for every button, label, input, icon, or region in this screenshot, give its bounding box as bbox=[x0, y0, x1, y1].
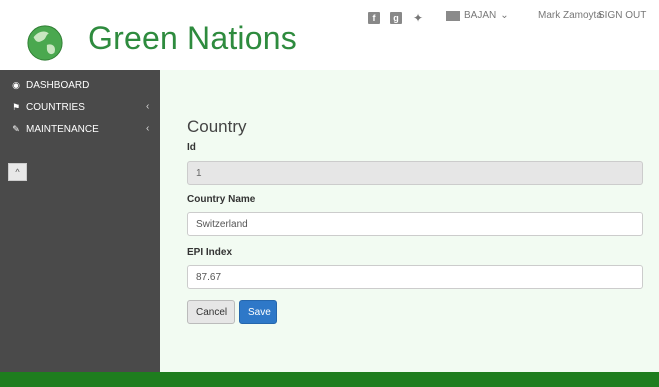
sidebar-item-dashboard[interactable]: ◉ DASHBOARD bbox=[0, 74, 160, 96]
signout-link[interactable]: SIGN OUT bbox=[598, 10, 646, 21]
twitter-icon[interactable]: ✦ bbox=[412, 12, 424, 24]
dashboard-icon: ◉ bbox=[12, 79, 20, 90]
sidebar-item-maintenance[interactable]: ✎ MAINTENANCE ‹ bbox=[0, 118, 160, 140]
user-name[interactable]: Mark Zamoyta bbox=[538, 10, 602, 21]
sidebar-collapse-button[interactable]: ^ bbox=[8, 163, 27, 181]
wrench-icon: ✎ bbox=[12, 123, 20, 134]
header: Green Nations f g ✦ BAJAN ⌄ Mark Zamoyta… bbox=[0, 0, 659, 70]
language-label: BAJAN bbox=[464, 10, 497, 21]
id-label: Id bbox=[187, 142, 196, 153]
cancel-button[interactable]: Cancel bbox=[187, 300, 235, 324]
footer-bar bbox=[0, 372, 659, 387]
sidebar-item-label: DASHBOARD bbox=[26, 79, 90, 91]
language-selector[interactable]: BAJAN ⌄ bbox=[446, 10, 509, 21]
page-title: Country bbox=[187, 117, 247, 136]
country-name-field[interactable] bbox=[187, 212, 643, 236]
chevron-left-icon: ‹ bbox=[146, 101, 150, 112]
sidebar-item-label: COUNTRIES bbox=[26, 101, 85, 113]
epi-index-field[interactable] bbox=[187, 265, 643, 289]
flag-icon: ⚑ bbox=[11, 101, 21, 112]
chevron-left-icon: ‹ bbox=[146, 123, 150, 134]
social-links: f g ✦ bbox=[368, 12, 424, 24]
epi-index-label: EPI Index bbox=[187, 247, 233, 258]
google-plus-icon[interactable]: g bbox=[390, 12, 402, 24]
sidebar-item-countries[interactable]: ⚑ COUNTRIES ‹ bbox=[0, 96, 160, 118]
brand-title: Green Nations bbox=[88, 20, 297, 56]
flag-icon bbox=[446, 10, 460, 21]
save-button[interactable]: Save bbox=[239, 300, 277, 324]
main-content: Country Id Country Name EPI Index Cancel… bbox=[160, 70, 659, 372]
chevron-down-icon: ⌄ bbox=[500, 10, 509, 21]
sidebar: ◉ DASHBOARD ⚑ COUNTRIES ‹ ✎ MAINTENANCE … bbox=[0, 70, 160, 372]
sidebar-item-label: MAINTENANCE bbox=[26, 123, 99, 135]
id-field[interactable] bbox=[187, 161, 643, 185]
country-name-label: Country Name bbox=[187, 194, 256, 205]
facebook-icon[interactable]: f bbox=[368, 12, 380, 24]
globe-logo-icon bbox=[27, 25, 63, 61]
